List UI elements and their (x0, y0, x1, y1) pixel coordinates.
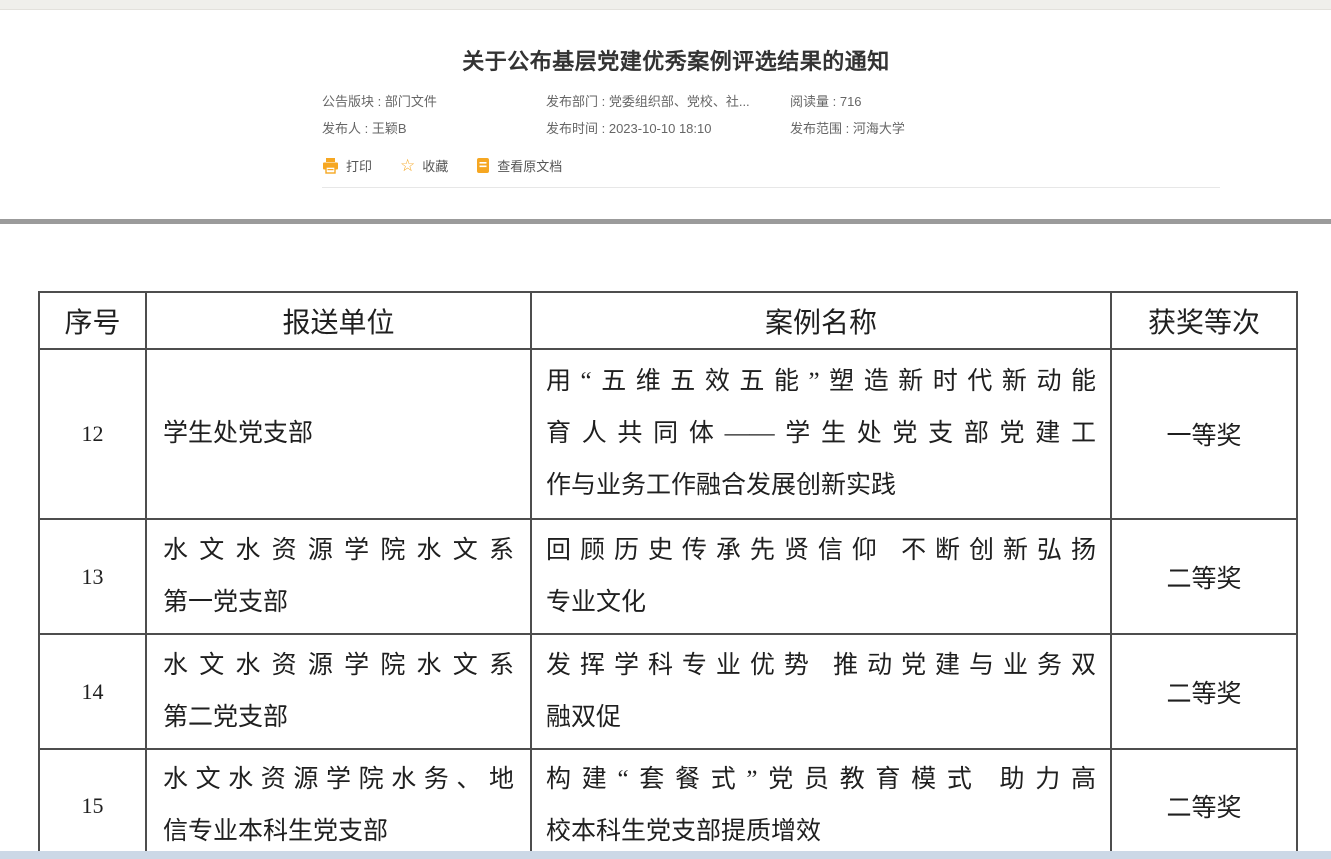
case-name: 构建“套餐式”党员教育模式 助力高校本科生党支部提质增效 (531, 749, 1111, 859)
table-row: 14 水文水资源学院水文系第二党支部 发挥学科专业优势 推动党建与业务双融双促 … (39, 634, 1297, 749)
print-icon (322, 157, 339, 174)
table-row: 12 学生处党支部 用“五维五效五能”塑造新时代新动能育人共同体——学生处党支部… (39, 349, 1297, 519)
submitting-unit: 学生处党支部 (146, 349, 531, 519)
award-level: 二等奖 (1111, 634, 1297, 749)
action-toolbar: 打印 ☆ 收藏 查看原文档 (322, 156, 562, 175)
print-label: 打印 (346, 156, 372, 175)
submitting-unit: 水文水资源学院水务、地信专业本科生党支部 (146, 749, 531, 859)
meta-publish-time: 发布时间 : 2023-10-10 18:10 (546, 115, 790, 142)
award-level: 一等奖 (1111, 349, 1297, 519)
view-original-label: 查看原文档 (497, 156, 562, 175)
print-button[interactable]: 打印 (322, 156, 372, 175)
document-header: 关于公布基层党建优秀案例评选结果的通知 (322, 0, 1030, 76)
row-number: 13 (39, 519, 146, 634)
submitting-unit: 水文水资源学院水文系第一党支部 (146, 519, 531, 634)
case-name: 发挥学科专业优势 推动党建与业务双融双促 (531, 634, 1111, 749)
table-header-row: 序号 报送单位 案例名称 获奖等次 (39, 292, 1297, 349)
col-header-case: 案例名称 (531, 292, 1111, 349)
award-level: 二等奖 (1111, 519, 1297, 634)
page-title: 关于公布基层党建优秀案例评选结果的通知 (322, 44, 1030, 76)
case-name: 用“五维五效五能”塑造新时代新动能育人共同体——学生处党支部党建工作与业务工作融… (531, 349, 1111, 519)
row-number: 12 (39, 349, 146, 519)
document-icon (476, 157, 490, 174)
notice-page: 关于公布基层党建优秀案例评选结果的通知 公告版块 : 部门文件 发布部门 : 党… (0, 0, 1331, 859)
meta-publish-scope: 发布范围 : 河海大学 (790, 115, 1082, 142)
col-header-unit: 报送单位 (146, 292, 531, 349)
favorite-button[interactable]: ☆ 收藏 (400, 156, 448, 175)
award-level: 二等奖 (1111, 749, 1297, 859)
table-row: 15 水文水资源学院水务、地信专业本科生党支部 构建“套餐式”党员教育模式 助力… (39, 749, 1297, 859)
award-results-table: 序号 报送单位 案例名称 获奖等次 12 学生处党支部 用“五维五效五能”塑造新… (38, 291, 1298, 859)
row-number: 14 (39, 634, 146, 749)
header-separator (322, 187, 1220, 188)
col-header-no: 序号 (39, 292, 146, 349)
table-row: 13 水文水资源学院水文系第一党支部 回顾历史传承先贤信仰 不断创新弘扬专业文化… (39, 519, 1297, 634)
meta-board: 公告版块 : 部门文件 (322, 88, 546, 115)
view-original-button[interactable]: 查看原文档 (476, 156, 562, 175)
horizontal-scrollbar[interactable] (0, 851, 1331, 859)
meta-read-count: 阅读量 : 716 (790, 88, 1082, 115)
submitting-unit: 水文水资源学院水文系第二党支部 (146, 634, 531, 749)
metadata-grid: 公告版块 : 部门文件 发布部门 : 党委组织部、党校、社... 阅读量 : 7… (322, 88, 1082, 142)
star-icon: ☆ (400, 157, 415, 174)
col-header-award: 获奖等次 (1111, 292, 1297, 349)
meta-publisher: 发布人 : 王颖B (322, 115, 546, 142)
meta-publish-dept: 发布部门 : 党委组织部、党校、社... (546, 88, 790, 115)
case-name: 回顾历史传承先贤信仰 不断创新弘扬专业文化 (531, 519, 1111, 634)
section-divider-bar (0, 219, 1331, 224)
row-number: 15 (39, 749, 146, 859)
favorite-label: 收藏 (422, 156, 448, 175)
